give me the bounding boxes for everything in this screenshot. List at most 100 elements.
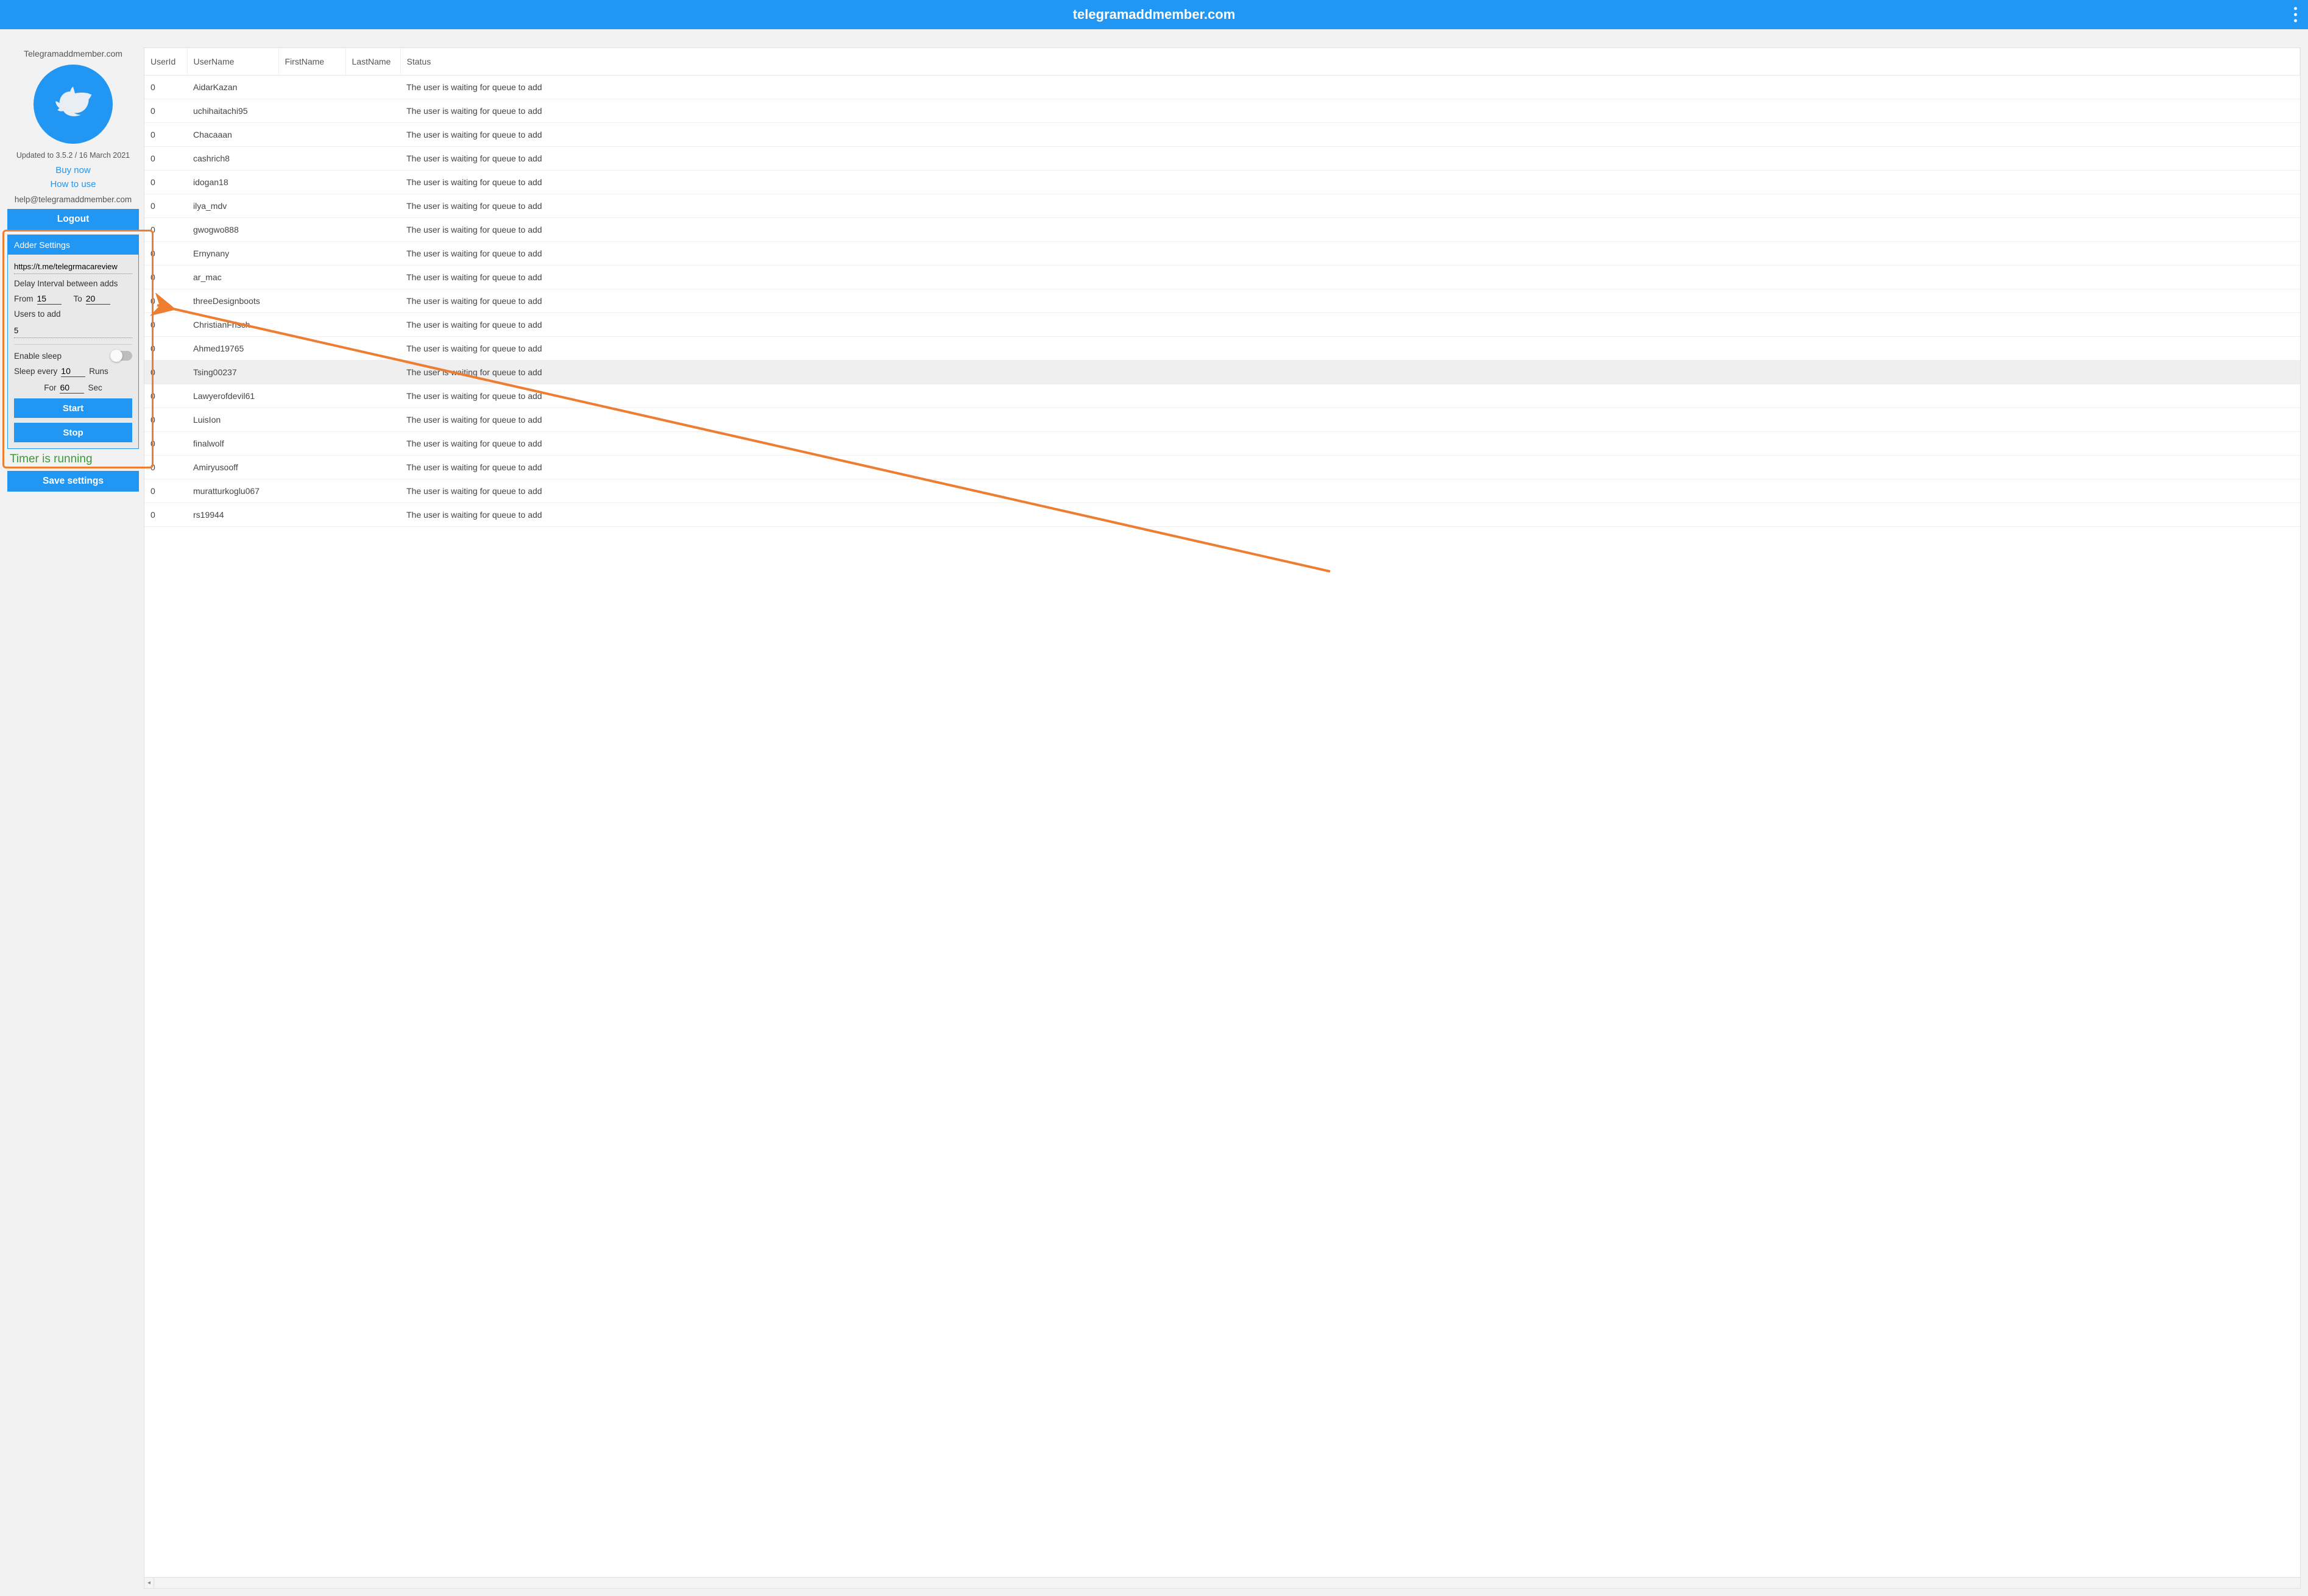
delay-from-input[interactable] <box>37 293 62 305</box>
col-header-username[interactable]: UserName <box>187 48 278 76</box>
cell-userid: 0 <box>144 218 187 242</box>
cell-lastname <box>345 337 400 361</box>
menu-kebab-icon[interactable] <box>2294 7 2297 23</box>
cell-firstname <box>278 456 345 479</box>
sleep-every-input[interactable] <box>61 365 85 377</box>
cell-firstname <box>278 361 345 384</box>
cell-username: finalwolf <box>187 432 278 456</box>
cell-status: The user is waiting for queue to add <box>400 171 2300 194</box>
cell-userid: 0 <box>144 361 187 384</box>
cell-status: The user is waiting for queue to add <box>400 337 2300 361</box>
cell-status: The user is waiting for queue to add <box>400 242 2300 266</box>
cell-username: Tsing00237 <box>187 361 278 384</box>
cell-lastname <box>345 218 400 242</box>
cell-lastname <box>345 361 400 384</box>
cell-firstname <box>278 147 345 171</box>
cell-username: ChristianFrisch <box>187 313 278 337</box>
table-row[interactable]: 0ChristianFrisch The user is waiting for … <box>144 313 2300 337</box>
enable-sleep-label: Enable sleep <box>14 351 62 361</box>
scroll-left-icon[interactable]: ◂ <box>144 1578 154 1588</box>
delay-to-input[interactable] <box>86 293 110 305</box>
table-row[interactable]: 0LuisIonThe user is waiting for queue to… <box>144 408 2300 432</box>
cell-status: The user is waiting for queue to add <box>400 123 2300 147</box>
cell-status: The user is waiting for queue to add <box>400 432 2300 456</box>
table-row[interactable]: 0uchihaitachi95The user is waiting for q… <box>144 99 2300 123</box>
col-header-firstname[interactable]: FirstName <box>278 48 345 76</box>
runs-label: Runs <box>89 367 108 376</box>
cell-username: gwogwo888 <box>187 218 278 242</box>
stop-button[interactable]: Stop <box>14 423 132 442</box>
cell-lastname <box>345 266 400 289</box>
save-settings-button[interactable]: Save settings <box>7 471 139 492</box>
cell-userid: 0 <box>144 313 187 337</box>
table-row[interactable]: 0AmiryusooffThe user is waiting for queu… <box>144 456 2300 479</box>
app-header: telegramaddmember.com <box>0 0 2308 29</box>
cell-userid: 0 <box>144 99 187 123</box>
col-header-userid[interactable]: UserId <box>144 48 187 76</box>
cell-username: Ernynany <box>187 242 278 266</box>
brand-text: Telegramaddmember.com <box>7 48 139 61</box>
users-grid[interactable]: UserId UserName FirstName LastName Statu… <box>144 48 2300 1577</box>
cell-username: Ahmed19765 <box>187 337 278 361</box>
cell-lastname <box>345 384 400 408</box>
horizontal-scrollbar[interactable]: ◂ <box>144 1577 2300 1588</box>
cell-username: idogan18 <box>187 171 278 194</box>
cell-userid: 0 <box>144 337 187 361</box>
cell-firstname <box>278 242 345 266</box>
cell-status: The user is waiting for queue to add <box>400 456 2300 479</box>
users-table: UserId UserName FirstName LastName Statu… <box>144 48 2300 527</box>
table-row[interactable]: 0gwogwo888The user is waiting for queue … <box>144 218 2300 242</box>
buy-now-link[interactable]: Buy now <box>7 163 139 177</box>
timer-status: Timer is running <box>7 449 139 466</box>
cell-firstname <box>278 218 345 242</box>
cell-userid: 0 <box>144 76 187 99</box>
cell-status: The user is waiting for queue to add <box>400 313 2300 337</box>
start-button[interactable]: Start <box>14 398 132 418</box>
support-email: help@telegramaddmember.com <box>7 191 139 209</box>
cell-userid: 0 <box>144 242 187 266</box>
table-row[interactable]: 0ChacaaanThe user is waiting for queue t… <box>144 123 2300 147</box>
how-to-use-link[interactable]: How to use <box>7 177 139 191</box>
cell-userid: 0 <box>144 408 187 432</box>
logout-button[interactable]: Logout <box>7 209 139 230</box>
cell-status: The user is waiting for queue to add <box>400 361 2300 384</box>
table-row[interactable]: 0threeDesignbootsThe user is waiting for… <box>144 289 2300 313</box>
table-row[interactable]: 0ar_macThe user is waiting for queue to … <box>144 266 2300 289</box>
table-row[interactable]: 0Ahmed19765 The user is waiting for queue… <box>144 337 2300 361</box>
cell-lastname <box>345 432 400 456</box>
app-title: telegramaddmember.com <box>1073 7 1236 23</box>
cell-status: The user is waiting for queue to add <box>400 194 2300 218</box>
sleep-for-input[interactable] <box>60 382 84 394</box>
table-row[interactable]: 0idogan18The user is waiting for queue t… <box>144 171 2300 194</box>
table-row[interactable]: 0muratturkoglu067The user is waiting for… <box>144 479 2300 503</box>
cell-userid: 0 <box>144 503 187 527</box>
to-label: To <box>74 294 82 303</box>
users-to-add-label: Users to add <box>14 309 132 319</box>
cell-status: The user is waiting for queue to add <box>400 147 2300 171</box>
target-url-input[interactable] <box>14 260 132 274</box>
cell-status: The user is waiting for queue to add <box>400 76 2300 99</box>
for-label: For <box>44 383 56 392</box>
table-row[interactable]: 0cashrich8The user is waiting for queue … <box>144 147 2300 171</box>
table-row[interactable]: 0finalwolfThe user is waiting for queue … <box>144 432 2300 456</box>
table-row[interactable]: 0ilya_mdvThe user is waiting for queue t… <box>144 194 2300 218</box>
cell-username: ar_mac <box>187 266 278 289</box>
cell-username: LuisIon <box>187 408 278 432</box>
users-to-add-input[interactable] <box>14 323 132 338</box>
table-row[interactable]: 0Lawyerofdevil61The user is waiting for … <box>144 384 2300 408</box>
table-row[interactable]: 0Ernynany The user is waiting for queue t… <box>144 242 2300 266</box>
cell-firstname <box>278 408 345 432</box>
col-header-lastname[interactable]: LastName <box>345 48 400 76</box>
cell-status: The user is waiting for queue to add <box>400 99 2300 123</box>
cell-username: rs19944 <box>187 503 278 527</box>
cell-firstname <box>278 479 345 503</box>
cell-userid: 0 <box>144 194 187 218</box>
cell-lastname <box>345 76 400 99</box>
table-row[interactable]: 0Tsing00237 The user is waiting for queue… <box>144 361 2300 384</box>
enable-sleep-toggle[interactable] <box>112 351 132 361</box>
col-header-status[interactable]: Status <box>400 48 2300 76</box>
table-row[interactable]: 0AidarKazanThe user is waiting for queue… <box>144 76 2300 99</box>
cell-lastname <box>345 313 400 337</box>
cell-userid: 0 <box>144 147 187 171</box>
table-row[interactable]: 0rs19944The user is waiting for queue to… <box>144 503 2300 527</box>
